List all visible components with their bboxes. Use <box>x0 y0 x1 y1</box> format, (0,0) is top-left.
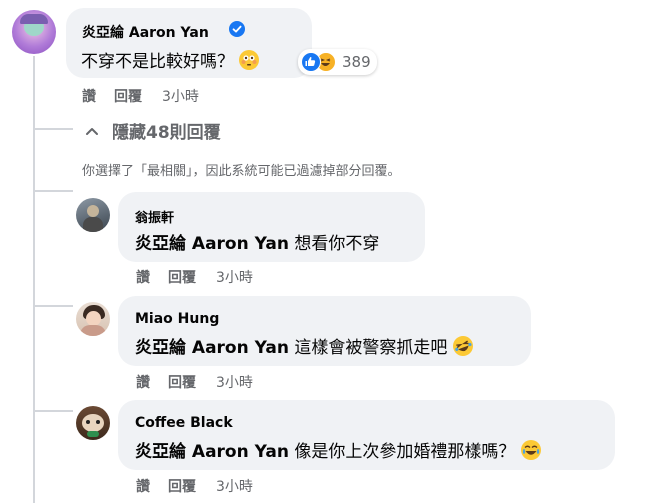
like-button[interactable]: 讚 <box>82 86 96 106</box>
reply-body: 想看你不穿 <box>288 234 380 254</box>
avatar-head <box>87 205 99 217</box>
like-reaction-icon <box>301 52 321 72</box>
comment-timestamp[interactable]: 3小時 <box>216 476 253 496</box>
flushed-face-icon <box>239 50 260 70</box>
reply-mention[interactable]: 炎亞綸 Aaron Yan <box>135 338 289 358</box>
reply-text: 炎亞綸 Aaron Yan 像是你上次參加婚禮那樣嗎？ <box>135 437 541 462</box>
avatar[interactable] <box>76 302 110 336</box>
reply-button[interactable]: 回覆 <box>168 372 196 392</box>
reply-actions: 讚 回覆 3小時 <box>136 267 253 287</box>
thread-line-branch-2 <box>33 305 73 307</box>
reply-actions: 讚 回覆 3小時 <box>136 372 253 392</box>
thread-line-main <box>33 56 35 503</box>
chevron-up-icon <box>84 123 100 139</box>
comment-timestamp[interactable]: 3小時 <box>162 86 199 106</box>
thread-line-branch-3 <box>33 410 73 412</box>
tears-of-joy-icon <box>520 440 541 460</box>
rolling-laughing-icon <box>449 333 476 359</box>
thread-line-branch-1 <box>33 190 73 192</box>
like-button[interactable]: 讚 <box>136 267 150 287</box>
hide-replies-label: 隱藏48則回覆 <box>112 123 221 143</box>
avatar[interactable] <box>12 10 56 54</box>
reply-mention[interactable]: 炎亞綸 Aaron Yan <box>135 442 289 462</box>
avatar-detail <box>87 431 99 437</box>
like-button[interactable]: 讚 <box>136 372 150 392</box>
reply-mention[interactable]: 炎亞綸 Aaron Yan <box>135 234 289 254</box>
reply-button[interactable]: 回覆 <box>168 267 196 287</box>
comment-timestamp[interactable]: 3小時 <box>216 372 253 392</box>
reply-author[interactable]: 翁振軒 <box>135 207 174 226</box>
avatar-body <box>80 325 106 336</box>
like-button[interactable]: 讚 <box>136 476 150 496</box>
avatar-eye <box>86 420 90 424</box>
reply-text: 炎亞綸 Aaron Yan 想看你不穿 <box>135 229 379 254</box>
comment-timestamp[interactable]: 3小時 <box>216 267 253 287</box>
avatar-face <box>86 311 101 326</box>
reply-author[interactable]: Coffee Black <box>135 415 233 431</box>
reply-text: 炎亞綸 Aaron Yan 這樣會被警察抓走吧 <box>135 333 476 359</box>
avatar[interactable] <box>76 406 110 440</box>
main-comment-text: 不穿不是比較好嗎？ <box>81 47 260 72</box>
main-comment-actions: 讚 回覆 3小時 <box>82 86 199 106</box>
reply-button[interactable]: 回覆 <box>114 86 142 106</box>
avatar-hair <box>20 14 48 24</box>
reply-author[interactable]: Miao Hung <box>135 311 219 327</box>
filter-notice: 你選擇了「最相關」，因此系統可能已過濾掉部分回覆。 <box>82 164 401 179</box>
main-comment-body: 不穿不是比較好嗎？ <box>81 52 234 72</box>
reply-button[interactable]: 回覆 <box>168 476 196 496</box>
hide-replies-button[interactable]: 隱藏48則回覆 <box>84 118 221 143</box>
reply-body: 這樣會被警察抓走吧 <box>288 338 448 358</box>
reply-body: 像是你上次參加婚禮那樣嗎？ <box>288 442 516 462</box>
avatar-body <box>83 217 103 232</box>
reaction-count: 389 <box>342 53 371 71</box>
avatar[interactable] <box>76 198 110 232</box>
avatar-eye <box>96 420 100 424</box>
reply-actions: 讚 回覆 3小時 <box>136 476 253 496</box>
thread-line-toggle <box>33 128 73 130</box>
reaction-summary[interactable]: 389 <box>298 49 377 75</box>
verified-badge-icon <box>229 21 245 37</box>
main-comment-author[interactable]: 炎亞綸 Aaron Yan <box>82 22 209 42</box>
